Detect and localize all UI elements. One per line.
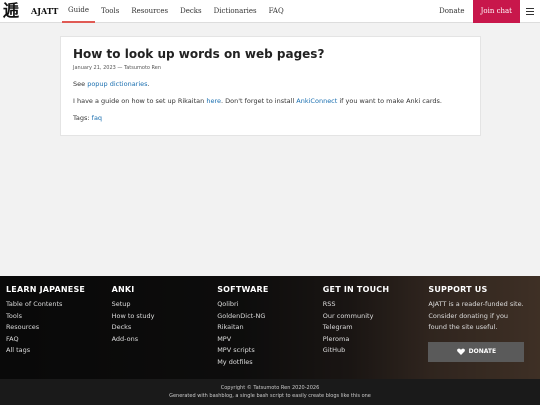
footer-link[interactable]: MPV [217, 334, 323, 346]
footer-link[interactable]: Add-ons [112, 334, 218, 346]
ankiconnect-link[interactable]: AnkiConnect [296, 97, 337, 105]
nav-tools[interactable]: Tools [95, 0, 125, 23]
heart-icon [456, 348, 465, 355]
footer-link[interactable]: Telegram [323, 322, 429, 334]
text: I have a guide on how to set up Rikaitan [73, 97, 207, 105]
footer-link[interactable]: Resources [6, 322, 112, 334]
copyright-text: Copyright © Tatsumoto Ren 2020-2026 [220, 385, 320, 391]
text: if you want to make Anki cards. [337, 97, 442, 105]
text: . Don't forget to install [220, 97, 297, 105]
footer: LEARN JAPANESE Table of Contents Tools R… [0, 276, 540, 405]
support-text: AJATT is a reader-funded site. Consider … [428, 300, 524, 331]
donate-button-label: DONATE [468, 348, 497, 355]
brand-name[interactable]: AJATT [31, 6, 58, 16]
brand[interactable]: 逓 AJATT [0, 0, 62, 23]
post-title[interactable]: How to look up words on web pages? [73, 47, 468, 61]
footer-link[interactable]: Rikaitan [217, 322, 323, 334]
footer-link[interactable]: FAQ [6, 334, 112, 346]
post-card: How to look up words on web pages? Janua… [60, 36, 481, 136]
footer-link[interactable]: How to study [112, 311, 218, 323]
footer-link[interactable]: Decks [112, 322, 218, 334]
footer-link[interactable]: RSS [323, 299, 429, 311]
nav-resources[interactable]: Resources [125, 0, 174, 23]
footer-link[interactable]: My dotfiles [217, 357, 323, 369]
footer-heading: ANKI [111, 285, 135, 294]
footer-link[interactable]: Tools [6, 311, 112, 323]
tags-label: Tags: [73, 114, 92, 122]
text: . [147, 80, 150, 88]
nav-dictionaries[interactable]: Dictionaries [208, 0, 263, 23]
footer-link[interactable]: Our community [323, 311, 429, 323]
post-paragraph-2: I have a guide on how to set up Rikaitan… [73, 97, 468, 105]
footer-col-contact: GET IN TOUCH RSS Our community Telegram … [323, 285, 429, 368]
donate-link[interactable]: Donate [431, 0, 472, 23]
navbar: 逓 AJATT Guide Tools Resources Decks Dict… [0, 0, 540, 23]
post-tags: Tags: faq [73, 114, 468, 122]
copyright-bar: Copyright © Tatsumoto Ren 2020-2026 Gene… [0, 379, 540, 405]
popup-dictionaries-link[interactable]: popup dictionaries [87, 80, 147, 88]
nav-decks[interactable]: Decks [174, 0, 208, 23]
text: See [73, 80, 88, 88]
generated-text: Generated with bashblog, a single bash s… [169, 393, 371, 399]
footer-link[interactable]: All tags [6, 345, 112, 357]
post-paragraph-1: See popup dictionaries. [73, 80, 468, 88]
footer-heading: LEARN JAPANESE [6, 285, 86, 294]
footer-link[interactable]: Qolibri [217, 299, 323, 311]
footer-heading: SUPPORT US [428, 285, 488, 294]
footer-link[interactable]: GitHub [323, 345, 429, 357]
footer-link[interactable]: Setup [112, 299, 218, 311]
footer-col-support: SUPPORT US AJATT is a reader-funded site… [428, 285, 534, 368]
join-chat-button[interactable]: Join chat [472, 0, 520, 23]
footer-link[interactable]: MPV scripts [217, 345, 323, 357]
footer-heading: SOFTWARE [217, 285, 269, 294]
here-link[interactable]: here [206, 97, 221, 105]
footer-col-learn: LEARN JAPANESE Table of Contents Tools R… [6, 285, 112, 368]
tag-faq-link[interactable]: faq [92, 114, 102, 122]
post-meta: January 21, 2023 — Tatsumoto Ren [73, 65, 162, 71]
site-logo[interactable]: 逓 [3, 3, 27, 19]
nav-guide[interactable]: Guide [62, 0, 95, 23]
donate-button[interactable]: DONATE [428, 341, 525, 362]
nav-faq[interactable]: FAQ [263, 0, 290, 23]
footer-link[interactable]: Pleroma [323, 334, 429, 346]
footer-col-anki: ANKI Setup How to study Decks Add-ons [112, 285, 218, 368]
footer-heading: GET IN TOUCH [322, 285, 390, 294]
footer-col-software: SOFTWARE Qolibri GoldenDict-NG Rikaitan … [217, 285, 323, 368]
footer-link[interactable]: GoldenDict-NG [217, 311, 323, 323]
footer-link[interactable]: Table of Contents [6, 299, 112, 311]
hamburger-menu-icon[interactable] [520, 0, 540, 23]
